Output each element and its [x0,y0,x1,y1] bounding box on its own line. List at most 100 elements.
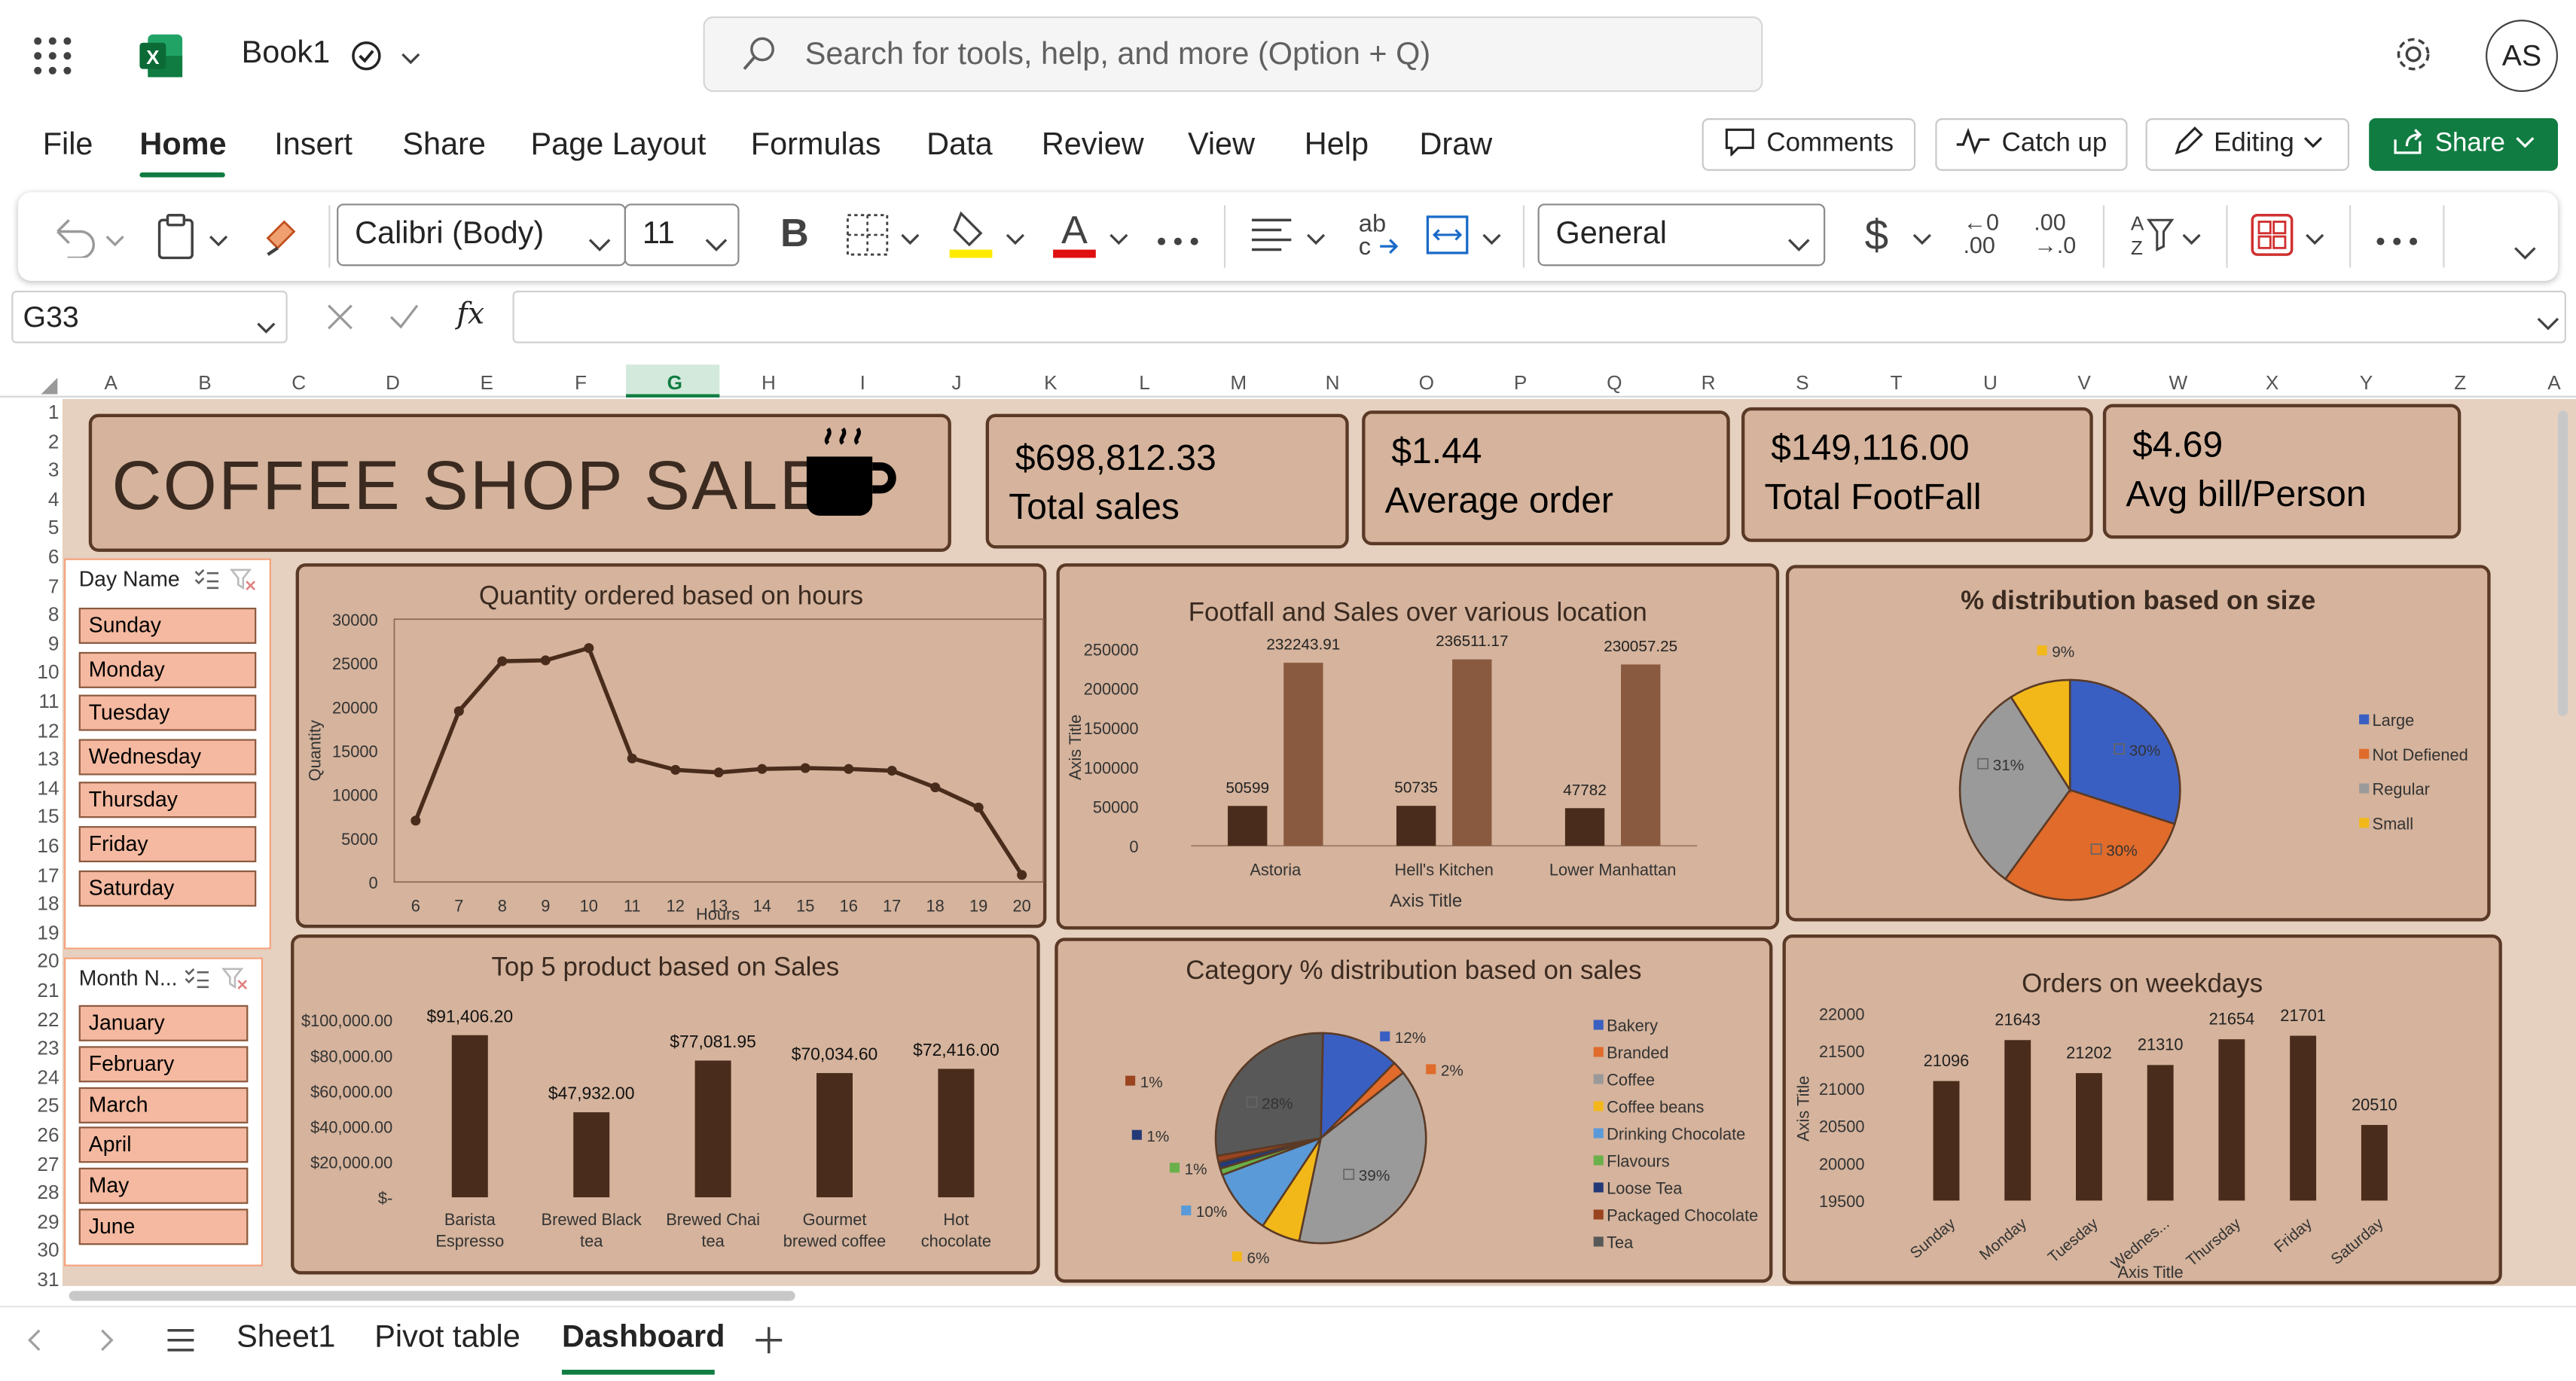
row-header-10[interactable]: 10 [0,661,59,684]
row-header-31[interactable]: 31 [0,1268,59,1291]
row-header-29[interactable]: 29 [0,1210,59,1233]
number-format-select[interactable]: General [1537,203,1826,267]
chevron-down-icon[interactable] [1306,227,1326,256]
sheet-tab-dashboard[interactable]: Dashboard [562,1321,725,1357]
multi-select-icon[interactable] [194,569,220,599]
slicer-item-saturday[interactable]: Saturday [78,870,257,907]
row-header-8[interactable]: 8 [0,603,60,626]
row-header-5[interactable]: 5 [0,517,60,540]
slicer-month-name[interactable]: Month N... January February March April May J… [64,957,263,1267]
slicer-item-february[interactable]: February [78,1045,249,1082]
chevron-down-icon[interactable] [1006,227,1025,256]
column-header-z[interactable]: Z [2413,371,2507,395]
add-sheet-icon[interactable] [754,1325,783,1363]
slicer-item-monday[interactable]: Monday [78,651,257,688]
align-icon[interactable] [1250,215,1293,263]
app-launcher-icon[interactable] [33,36,72,75]
clear-filter-icon[interactable] [221,968,248,998]
tab-help[interactable]: Help [1305,128,1369,164]
autosave-icon[interactable] [350,39,383,72]
column-header-r[interactable]: R [1662,371,1755,395]
chart-card-top-products[interactable]: Top 5 product based on Sales $100,000.00… [291,934,1040,1275]
confirm-entry-icon[interactable] [388,302,421,340]
chart-card-hours[interactable]: Quantity ordered based on hours 30000 250… [295,563,1047,928]
column-header-m[interactable]: M [1192,371,1285,395]
slicer-item-june[interactable]: June [78,1209,249,1245]
tab-data[interactable]: Data [926,128,993,164]
tab-file[interactable]: File [43,128,93,164]
sort-filter-icon[interactable]: AZ [2129,210,2178,267]
cancel-entry-icon[interactable] [325,302,355,340]
document-title[interactable]: Book1 [242,36,331,72]
undo-icon[interactable] [51,215,100,267]
slicer-item-friday[interactable]: Friday [78,826,257,863]
slicer-item-january[interactable]: January [78,1005,249,1041]
row-header-4[interactable]: 4 [0,487,60,511]
font-color-icon[interactable]: A [1051,207,1100,268]
slicer-item-wednesday[interactable]: Wednesday [78,739,257,776]
tab-share[interactable]: Share [402,128,486,164]
column-header-n[interactable]: N [1286,371,1379,395]
select-all-corner[interactable] [39,374,59,404]
currency-format-button[interactable]: $ [1865,210,1889,261]
row-header-6[interactable]: 6 [0,545,60,569]
column-header-w[interactable]: W [2132,371,2225,395]
formula-input[interactable] [512,291,2566,343]
catch-up-button[interactable]: Catch up [1935,118,2128,171]
row-header-21[interactable]: 21 [0,979,59,1002]
tab-review[interactable]: Review [1042,128,1144,164]
row-header-11[interactable]: 11 [0,690,59,713]
column-header-x[interactable]: X [2226,371,2319,395]
insert-function-button[interactable]: fx [456,297,484,332]
column-header-e[interactable]: E [440,371,533,395]
chevron-down-icon[interactable] [900,227,920,256]
row-header-27[interactable]: 27 [0,1152,59,1175]
font-family-select[interactable]: Calibri (Body) [337,203,627,267]
slicer-item-tuesday[interactable]: Tuesday [78,695,257,732]
chevron-right-icon[interactable] [99,1327,115,1361]
expand-ribbon-icon[interactable] [2513,239,2537,269]
tab-page-layout[interactable]: Page Layout [531,128,707,164]
name-box[interactable]: G33 [11,291,288,343]
tab-formulas[interactable]: Formulas [751,128,881,164]
row-header-20[interactable]: 20 [0,950,59,974]
chevron-down-icon[interactable] [105,228,125,258]
column-header-p[interactable]: P [1473,371,1567,395]
chevron-down-icon[interactable] [1912,227,1932,256]
multi-select-icon[interactable] [184,968,210,998]
chevron-down-icon[interactable] [2305,227,2324,256]
format-painter-icon[interactable] [261,215,304,267]
tab-view[interactable]: View [1188,128,1255,164]
avatar[interactable]: AS [2486,20,2559,93]
column-header-a[interactable]: A [2507,371,2576,395]
column-header-k[interactable]: K [1004,371,1097,395]
column-header-o[interactable]: O [1380,371,1473,395]
sheet-tab-pivot-table[interactable]: Pivot table [374,1321,520,1357]
row-header-17[interactable]: 17 [0,863,59,886]
sheet-tab-sheet1[interactable]: Sheet1 [237,1321,335,1357]
row-header-2[interactable]: 2 [0,430,60,453]
borders-icon[interactable] [846,214,889,265]
clear-filter-icon[interactable] [229,569,256,599]
conditional-format-icon[interactable] [2251,213,2294,265]
chevron-down-icon[interactable] [209,228,228,258]
column-header-h[interactable]: H [722,371,815,395]
column-header-u[interactable]: U [1943,371,2037,395]
share-button[interactable]: Share [2369,118,2559,171]
slicer-item-sunday[interactable]: Sunday [78,608,257,644]
row-header-24[interactable]: 24 [0,1065,59,1089]
all-sheets-menu-icon[interactable] [166,1327,195,1361]
column-header-f[interactable]: F [534,371,627,395]
tab-insert[interactable]: Insert [274,128,353,164]
row-header-30[interactable]: 30 [0,1239,59,1262]
column-header-c[interactable]: C [252,371,346,395]
row-header-7[interactable]: 7 [0,575,60,598]
vertical-scrollbar[interactable] [2558,410,2568,716]
wrap-text-icon[interactable]: ab c [1357,209,1403,267]
column-header-i[interactable]: I [816,371,909,395]
chart-card-category[interactable]: Category % distribution based on sales 1… [1055,937,1773,1283]
search-box[interactable]: Search for tools, help, and more (Option… [703,16,1763,93]
row-header-14[interactable]: 14 [0,776,59,800]
chart-card-location[interactable]: Footfall and Sales over various location… [1056,563,1780,930]
horizontal-scrollbar[interactable] [69,1291,795,1301]
